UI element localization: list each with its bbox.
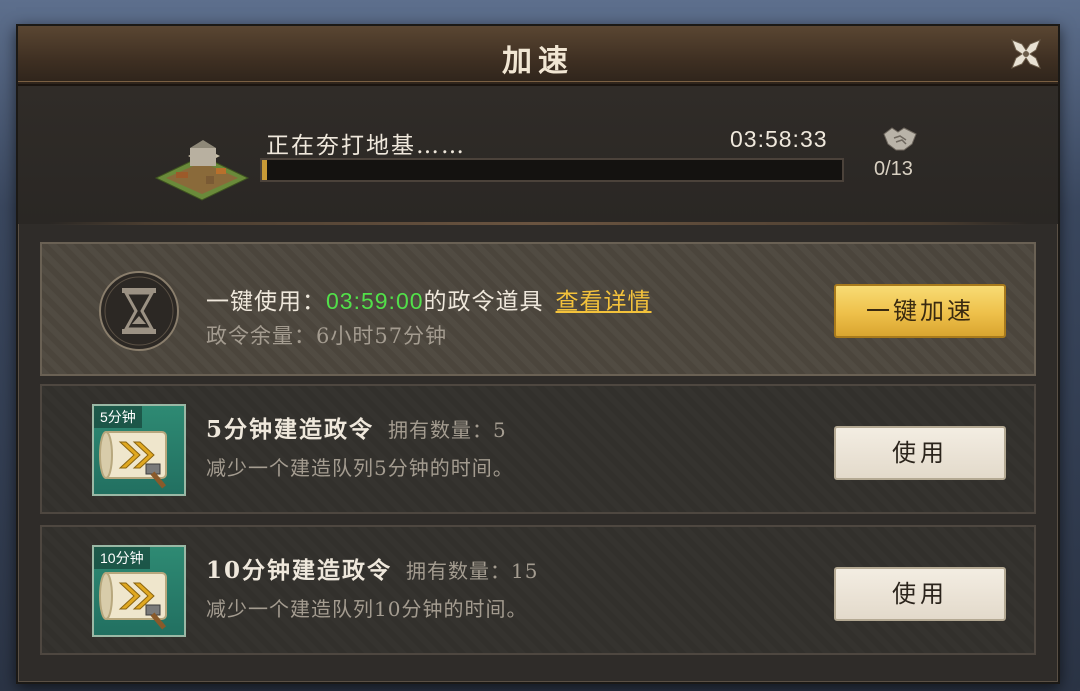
decree-remaining: 政令余量：6小时57分钟: [206, 324, 448, 348]
close-x-icon: [1011, 39, 1041, 69]
view-details-link[interactable]: 查看详情: [556, 289, 652, 315]
item-name-text: 10分钟建造政令: [206, 557, 393, 584]
alliance-help-count: 0/13: [874, 158, 913, 180]
hourglass-icon: [99, 271, 179, 351]
use-10min-button[interactable]: 使用: [834, 567, 1006, 621]
item-description: 减少一个建造队列10分钟的时间。: [206, 597, 528, 621]
item-row-10min: 10分钟 10分钟建造政令 拥有数量：15 减少一个建造队列10分钟的时间。 使用: [40, 525, 1036, 655]
item-name-text: 5分钟建造政令: [206, 416, 375, 443]
item-name: 10分钟建造政令 拥有数量：15: [206, 551, 538, 585]
dialog-title: 加速: [502, 44, 574, 79]
item-owned-count: 拥有数量：5: [388, 418, 507, 442]
item-description: 减少一个建造队列5分钟的时间。: [206, 456, 514, 480]
use-5min-button[interactable]: 使用: [834, 426, 1006, 480]
dialog-titlebar: 加速: [18, 26, 1058, 86]
item-icon-duration-label: 10分钟: [94, 547, 150, 569]
one-click-duration: 03:59:00: [326, 288, 424, 314]
task-progress-fill: [262, 160, 267, 180]
one-click-speedup-button[interactable]: 一键加速: [834, 284, 1006, 338]
item-owned-count: 拥有数量：15: [406, 559, 539, 583]
building-foundation-icon: [154, 140, 250, 201]
section-divider: [48, 222, 1028, 225]
speedup-dialog: 加速 正在夯打地基…… 03:58:33 0/13 一键使用：03:59:00的…: [16, 24, 1060, 684]
task-progress-bar: [260, 158, 844, 182]
handshake-icon: [883, 127, 917, 151]
close-button[interactable]: [1008, 36, 1044, 72]
item-icon-duration-label: 5分钟: [94, 406, 142, 428]
task-time-remaining: 03:58:33: [730, 126, 828, 152]
build-decree-10min-icon: 10分钟: [92, 545, 186, 637]
one-click-speedup-row: 一键使用：03:59:00的政令道具 查看详情 政令余量：6小时57分钟 一键加速: [40, 242, 1036, 376]
one-click-suffix: 的政令道具: [423, 289, 544, 315]
task-progress-panel: 正在夯打地基…… 03:58:33 0/13: [18, 86, 1058, 224]
build-decree-5min-icon: 5分钟: [92, 404, 186, 496]
one-click-summary: 一键使用：03:59:00的政令道具 查看详情: [206, 282, 652, 316]
one-click-prefix: 一键使用：: [206, 289, 326, 315]
item-name: 5分钟建造政令 拥有数量：5: [206, 410, 507, 444]
task-label: 正在夯打地基……: [266, 133, 466, 159]
item-row-5min: 5分钟 5分钟建造政令 拥有数量：5 减少一个建造队列5分钟的时间。 使用: [40, 384, 1036, 514]
